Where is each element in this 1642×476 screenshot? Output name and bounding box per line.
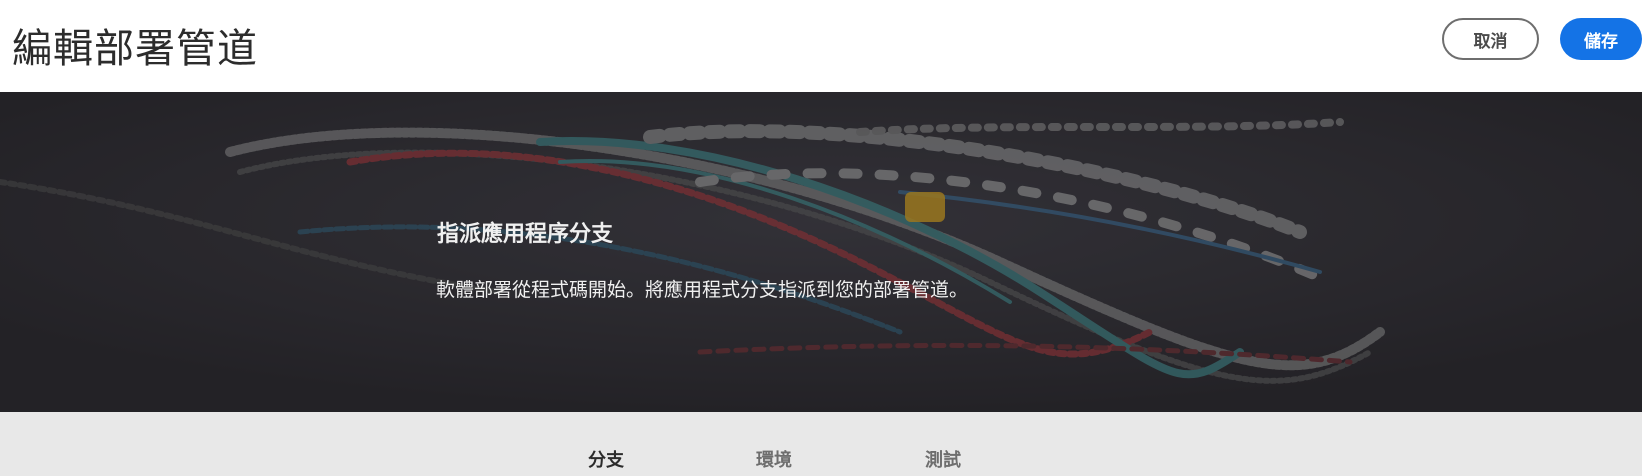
edit-pipeline-page: 編輯部署管道 取消 儲存 指派應用程序分支 軟體部署從程式碼開始。將應用程式分支…: [0, 0, 1642, 476]
tab-testing[interactable]: 測試: [925, 446, 961, 472]
page-header: 編輯部署管道 取消 儲存: [0, 0, 1642, 92]
tab-branch[interactable]: 分支: [588, 446, 624, 472]
hero-banner: 指派應用程序分支 軟體部署從程式碼開始。將應用程式分支指派到您的部署管道。: [0, 92, 1642, 412]
hero-heading: 指派應用程序分支: [437, 222, 614, 247]
page-title: 編輯部署管道: [12, 26, 258, 72]
save-button[interactable]: 儲存: [1560, 18, 1642, 60]
tab-environment[interactable]: 環境: [756, 446, 792, 472]
hero-description: 軟體部署從程式碼開始。將應用程式分支指派到您的部署管道。: [436, 279, 969, 301]
hero-background-image: [0, 92, 1642, 412]
cancel-button[interactable]: 取消: [1442, 18, 1539, 60]
tab-bar: 分支 環境 測試: [0, 412, 1642, 476]
